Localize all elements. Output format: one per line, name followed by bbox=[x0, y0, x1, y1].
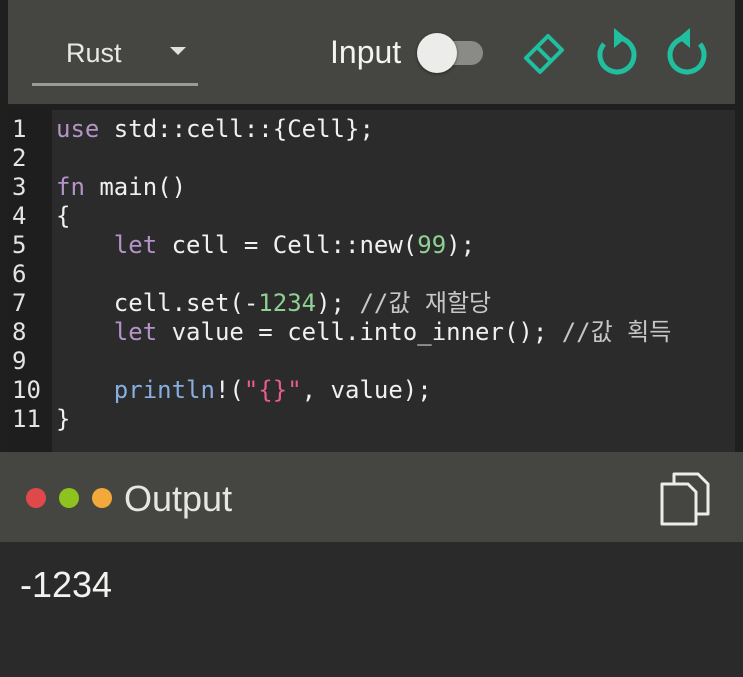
language-label: Rust bbox=[66, 38, 122, 68]
code-token: { bbox=[56, 202, 71, 230]
eraser-icon[interactable] bbox=[516, 24, 572, 80]
line-number: 9 bbox=[12, 347, 27, 375]
code-token: 99 bbox=[417, 231, 447, 259]
code-token: std::cell::{Cell}; bbox=[99, 115, 374, 143]
code-line: } bbox=[56, 405, 70, 434]
code-token: "{}" bbox=[243, 376, 302, 404]
input-toggle-label: Input bbox=[330, 34, 402, 70]
redo-icon[interactable] bbox=[660, 24, 716, 80]
code-token: fn bbox=[56, 173, 85, 201]
code-token: ); bbox=[316, 289, 360, 317]
code-line: println!("{}", value); bbox=[56, 376, 432, 405]
code-token: cell.set(- bbox=[56, 289, 259, 317]
output-title: Output bbox=[124, 478, 233, 519]
line-number: 8 bbox=[12, 318, 27, 346]
line-number: 4 bbox=[12, 202, 27, 230]
input-toggle-switch[interactable] bbox=[413, 33, 487, 75]
code-line: fn main() bbox=[56, 173, 186, 202]
code-token: value = cell.into_inner(); bbox=[157, 318, 562, 346]
line-number: 2 bbox=[12, 144, 27, 172]
undo-icon[interactable] bbox=[588, 24, 644, 80]
code-token: main() bbox=[84, 173, 187, 201]
code-token: //값 획득 bbox=[561, 318, 672, 346]
red-dot bbox=[26, 488, 46, 508]
code-line: let value = cell.into_inner(); //값 획득 bbox=[56, 318, 672, 347]
toolbar: Rust Input bbox=[8, 0, 735, 104]
code-token: ); bbox=[446, 231, 476, 259]
line-number: 10 bbox=[12, 376, 41, 404]
output-panel: -1234 bbox=[0, 542, 743, 677]
line-number: 3 bbox=[12, 173, 27, 201]
output-header: Output bbox=[0, 452, 743, 542]
line-number-gutter: 1 2 3 4 5 6 7 8 9 10 11 bbox=[8, 110, 52, 452]
code-line: let cell = Cell::new(99); bbox=[56, 231, 475, 260]
code-line: cell.set(-1234); //값 재할당 bbox=[56, 289, 491, 318]
code-token: cell = Cell::new( bbox=[157, 231, 418, 259]
code-token: } bbox=[56, 405, 71, 433]
line-number: 5 bbox=[12, 231, 27, 259]
code-token: let bbox=[113, 231, 158, 259]
line-number: 6 bbox=[12, 260, 27, 288]
green-dot bbox=[59, 488, 79, 508]
toggle-knob bbox=[417, 33, 457, 73]
code-line: { bbox=[56, 202, 70, 231]
code-token: //값 재할당 bbox=[359, 289, 492, 317]
line-number: 11 bbox=[12, 405, 41, 433]
copy-icon[interactable] bbox=[658, 468, 714, 528]
orange-dot bbox=[92, 488, 112, 508]
code-token: , value); bbox=[301, 376, 432, 404]
code-line: use std::cell::{Cell}; bbox=[56, 115, 374, 144]
line-number: 7 bbox=[12, 289, 27, 317]
code-editor[interactable]: 1 2 3 4 5 6 7 8 9 10 11 use std::cell::{Cell}; fn m… bbox=[8, 110, 735, 452]
code-token: let bbox=[113, 318, 158, 346]
code-token: use bbox=[56, 115, 100, 143]
code-token: println bbox=[113, 376, 215, 404]
output-text: -1234 bbox=[20, 564, 113, 605]
code-token: !( bbox=[214, 376, 244, 404]
language-selector[interactable]: Rust bbox=[32, 26, 198, 86]
dropdown-caret-icon bbox=[170, 47, 186, 55]
code-token: 1234 bbox=[258, 289, 317, 317]
line-number: 1 bbox=[12, 115, 27, 143]
